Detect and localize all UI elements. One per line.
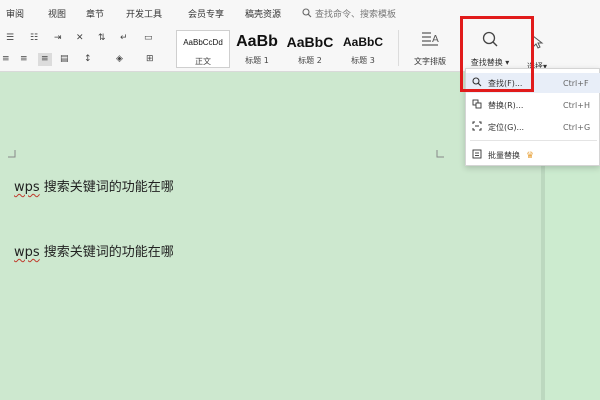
goto-icon <box>466 121 488 134</box>
indent-icon[interactable]: ⇥ <box>54 34 62 43</box>
document-line[interactable]: wps 搜索关键词的功能在哪 <box>14 176 174 195</box>
line-prefix: wps <box>14 245 40 260</box>
shading-icon[interactable]: ◈ <box>116 55 123 64</box>
crown-icon: ♛ <box>526 150 535 161</box>
show-marks-icon[interactable]: ↵ <box>120 34 128 43</box>
paragraph-toolbar-row-1: ☰ ☷ ⇥ ✕ ⇅ ↵ ▭ <box>0 30 178 50</box>
line-text: 搜索关键词的功能在哪 <box>39 180 174 195</box>
style-heading-1[interactable]: AaBb 标题 1 <box>232 30 282 68</box>
menu-item-replace[interactable]: 替换(R)... Ctrl+H <box>466 95 600 115</box>
bullet-list-icon[interactable]: ☰ <box>6 34 14 43</box>
document-line[interactable]: wps 搜索关键词的功能在哪 <box>14 241 174 260</box>
highlight-annotation-box <box>460 16 534 92</box>
text-layout-icon: A <box>422 32 439 46</box>
styles-gallery: AaBbCcDd 正文 AaBb 标题 1 AaBbC 标题 2 AaBbC 标… <box>176 30 390 68</box>
svg-text:A: A <box>432 34 439 45</box>
line-spacing-icon[interactable]: ↕ <box>84 55 92 64</box>
paragraph-toolbar-row-2: ≡ ≡ ≡ ▤ ↕ ◈ ⊞ <box>0 51 178 71</box>
tab-review[interactable]: 审阅 <box>6 7 24 20</box>
distributed-icon[interactable]: ▤ <box>60 55 69 64</box>
style-heading-2[interactable]: AaBbC 标题 2 <box>284 30 336 68</box>
tab-view[interactable]: 视图 <box>48 7 66 20</box>
batch-replace-icon <box>466 149 488 162</box>
style-heading-3[interactable]: AaBbC 标题 3 <box>338 30 388 68</box>
chinese-layout-icon[interactable]: ✕ <box>76 34 84 43</box>
replace-icon <box>466 99 488 112</box>
tab-developer[interactable]: 开发工具 <box>126 7 162 20</box>
justify-icon[interactable]: ≡ <box>38 53 52 66</box>
align-left-icon[interactable]: ≡ <box>2 55 10 64</box>
text-layout-label: 文字排版 <box>414 57 446 66</box>
menu-item-goto[interactable]: 定位(G)... Ctrl+G <box>466 117 600 137</box>
search-placeholder: 查找命令、搜索模板 <box>315 9 397 20</box>
text-layout-button[interactable]: A 文字排版 <box>404 30 456 68</box>
line-prefix: wps <box>14 180 40 195</box>
style-normal[interactable]: AaBbCcDd 正文 <box>176 30 230 68</box>
tab-chapter[interactable]: 章节 <box>86 7 104 20</box>
page-corner-mark <box>8 150 16 158</box>
search-icon <box>302 8 312 18</box>
menu-separator <box>470 140 597 141</box>
line-text: 搜索关键词的功能在哪 <box>39 245 174 260</box>
align-center-icon[interactable]: ≡ <box>20 55 28 64</box>
table-border-icon[interactable]: ⊞ <box>146 55 154 64</box>
numbered-list-icon[interactable]: ☷ <box>30 34 38 43</box>
menu-item-batch-replace[interactable]: 批量替换 ♛ <box>466 145 600 165</box>
sort-icon[interactable]: ⇅ <box>98 34 106 43</box>
tab-member[interactable]: 会员专享 <box>188 7 224 20</box>
border-icon[interactable]: ▭ <box>144 34 153 43</box>
command-search[interactable]: 查找命令、搜索模板 <box>302 6 396 20</box>
ribbon-divider <box>398 30 399 66</box>
tab-resources[interactable]: 稿壳资源 <box>245 7 281 20</box>
page-corner-mark <box>436 150 444 158</box>
document-page[interactable]: wps 搜索关键词的功能在哪 wps 搜索关键词的功能在哪 <box>0 72 545 400</box>
